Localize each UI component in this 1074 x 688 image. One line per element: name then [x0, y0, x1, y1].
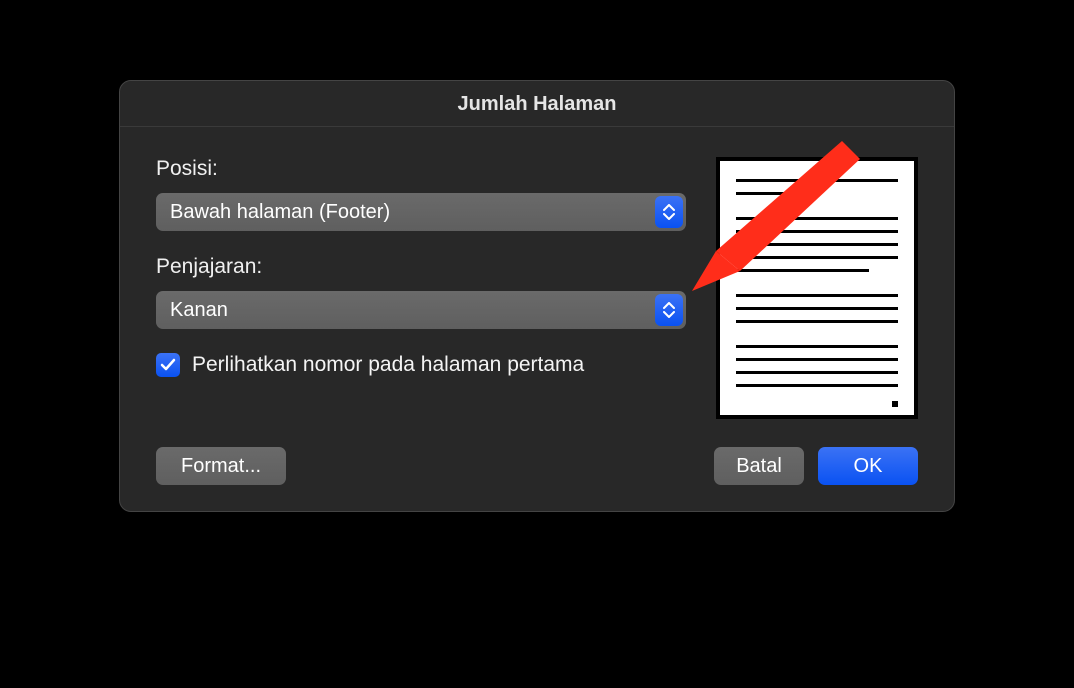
alignment-label: Penjajaran:: [156, 255, 686, 279]
dialog-button-row: Format... Batal OK: [120, 429, 954, 511]
page-preview: [716, 157, 918, 419]
format-button[interactable]: Format...: [156, 447, 286, 485]
page-number-preview-marker: [892, 401, 898, 407]
dialog-title: Jumlah Halaman: [120, 93, 954, 116]
dialog-content: Posisi: Bawah halaman (Footer) Penjajara…: [120, 127, 954, 429]
alignment-select[interactable]: Kanan: [156, 291, 686, 329]
ok-button[interactable]: OK: [818, 447, 918, 485]
page-numbers-dialog: Jumlah Halaman Posisi: Bawah halaman (Fo…: [119, 80, 955, 512]
form-column: Posisi: Bawah halaman (Footer) Penjajara…: [156, 157, 686, 419]
show-first-page-row: Perlihatkan nomor pada halaman pertama: [156, 353, 686, 377]
position-label: Posisi:: [156, 157, 686, 181]
select-stepper-icon: [655, 196, 683, 228]
select-stepper-icon: [655, 294, 683, 326]
alignment-select-value: Kanan: [170, 299, 228, 322]
position-select[interactable]: Bawah halaman (Footer): [156, 193, 686, 231]
position-select-value: Bawah halaman (Footer): [170, 201, 390, 224]
show-first-page-label: Perlihatkan nomor pada halaman pertama: [192, 353, 584, 377]
show-first-page-checkbox[interactable]: [156, 353, 180, 377]
dialog-titlebar: Jumlah Halaman: [120, 81, 954, 127]
cancel-button[interactable]: Batal: [714, 447, 804, 485]
